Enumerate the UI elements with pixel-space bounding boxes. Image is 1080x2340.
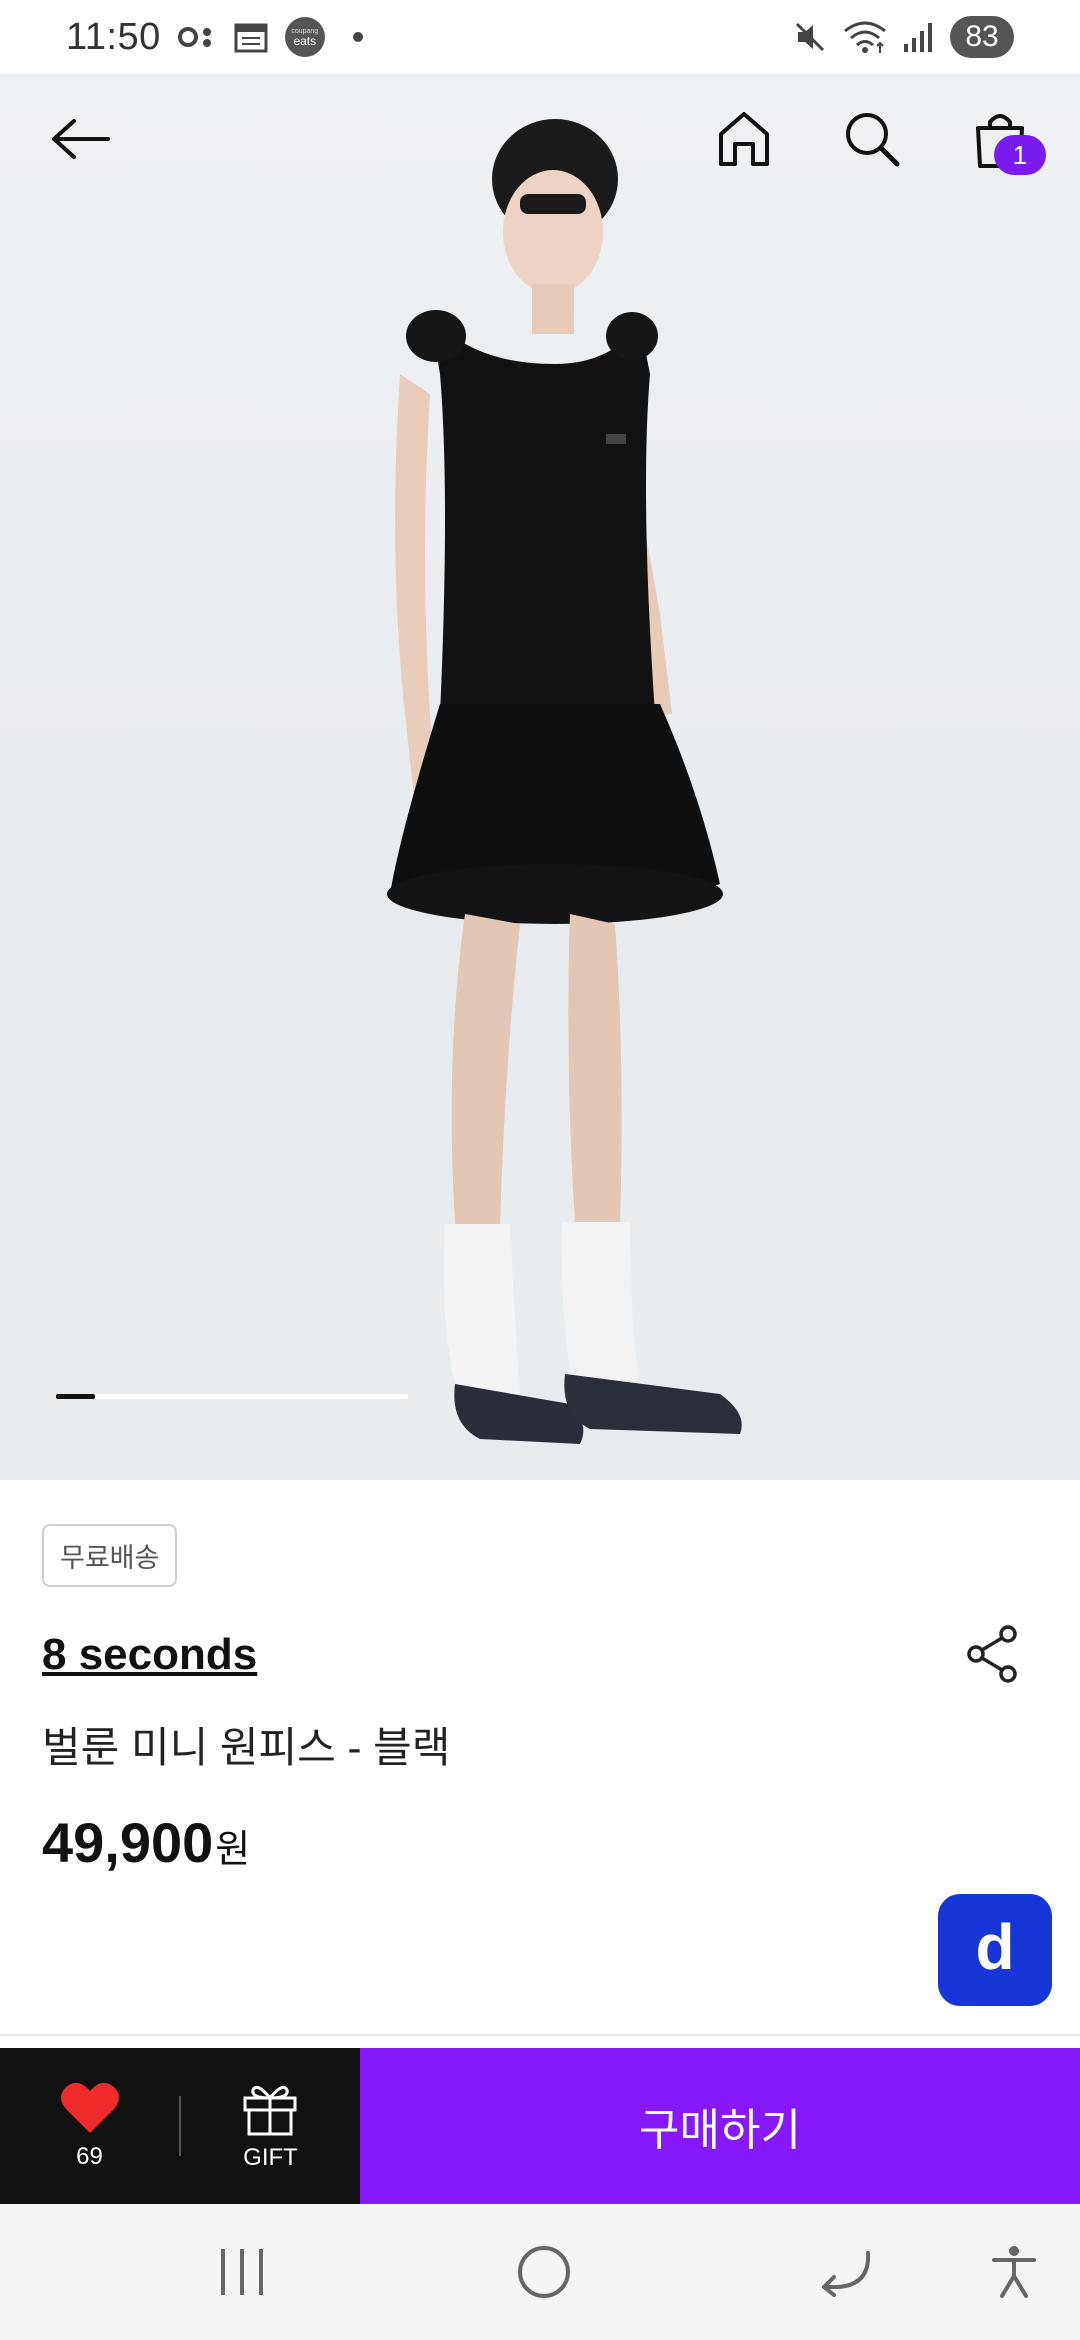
like-count: 69 <box>76 2143 103 2170</box>
status-bar: 11:50 coupang eats 83 <box>0 0 1080 74</box>
battery-indicator: 83 <box>950 16 1014 58</box>
carousel-progress-fill <box>56 1394 95 1399</box>
product-info: 무료배송 8 seconds 벌룬 미니 원피스 - 블랙 49,900 원 d <box>0 1480 1080 2030</box>
gift-label: GIFT <box>243 2144 298 2171</box>
price: 49,900 원 <box>42 1810 250 1875</box>
gift-button[interactable]: GIFT <box>181 2048 360 2204</box>
status-time: 11:50 <box>66 15 161 58</box>
screen: 11:50 coupang eats 83 1 무료배송 8 seconds 벌… <box>0 0 1080 2340</box>
gift-icon <box>243 2085 297 2136</box>
share-icon <box>967 1625 1017 1683</box>
calendar-icon <box>233 19 269 55</box>
cart-button[interactable]: 1 <box>960 99 1046 179</box>
search-button[interactable] <box>832 99 912 179</box>
accessibility-icon <box>992 2246 1036 2298</box>
mute-icon <box>792 19 828 55</box>
eats-badge-small-text: coupang <box>291 27 319 35</box>
system-navigation-bar <box>0 2204 1080 2340</box>
status-right: 83 <box>792 16 1014 58</box>
coupang-eats-icon: coupang eats <box>284 17 325 57</box>
free-shipping-tag: 무료배송 <box>42 1524 178 1587</box>
link-icon <box>177 22 217 52</box>
like-button[interactable]: 69 <box>0 2048 179 2204</box>
product-image-carousel[interactable]: 1 <box>0 74 1080 1480</box>
back-nav-icon <box>822 2251 871 2297</box>
back-nav-button[interactable] <box>786 2204 906 2340</box>
share-button[interactable] <box>962 1622 1026 1686</box>
home-circle-icon <box>518 2246 570 2298</box>
status-left: 11:50 coupang eats <box>66 16 363 59</box>
back-button[interactable] <box>40 99 120 179</box>
recents-button[interactable] <box>182 2204 302 2340</box>
buy-button[interactable]: 구매하기 <box>360 2048 1080 2204</box>
notification-dot-icon <box>352 32 363 42</box>
cart-count-badge: 1 <box>994 135 1046 175</box>
floating-action-button[interactable]: d <box>938 1894 1052 2006</box>
action-left-group: 69 GIFT <box>0 2048 360 2204</box>
divider <box>0 2034 1080 2036</box>
home-icon <box>719 112 769 166</box>
price-unit: 원 <box>215 1829 251 1871</box>
product-title: 벌룬 미니 원피스 - 블랙 <box>42 1724 451 1771</box>
accessibility-button[interactable] <box>954 2204 1074 2340</box>
signal-icon <box>902 20 936 54</box>
product-photo <box>387 119 742 1444</box>
home-button[interactable] <box>704 99 784 179</box>
wifi-icon <box>842 19 888 55</box>
fab-logo-icon: d <box>975 1911 1015 1983</box>
back-arrow-icon <box>52 119 110 159</box>
recents-icon <box>221 2249 263 2295</box>
search-icon <box>846 113 900 167</box>
header-actions: 1 <box>704 99 1046 179</box>
home-nav-button[interactable] <box>484 2204 604 2340</box>
heart-icon <box>60 2082 119 2133</box>
eats-badge-text: eats <box>293 33 317 48</box>
carousel-progress <box>56 1394 408 1399</box>
purchase-action-bar: 69 GIFT 구매하기 <box>0 2048 1080 2204</box>
brand-link[interactable]: 8 seconds <box>42 1630 257 1680</box>
product-header: 1 <box>0 74 1080 204</box>
price-value: 49,900 <box>42 1811 214 1874</box>
